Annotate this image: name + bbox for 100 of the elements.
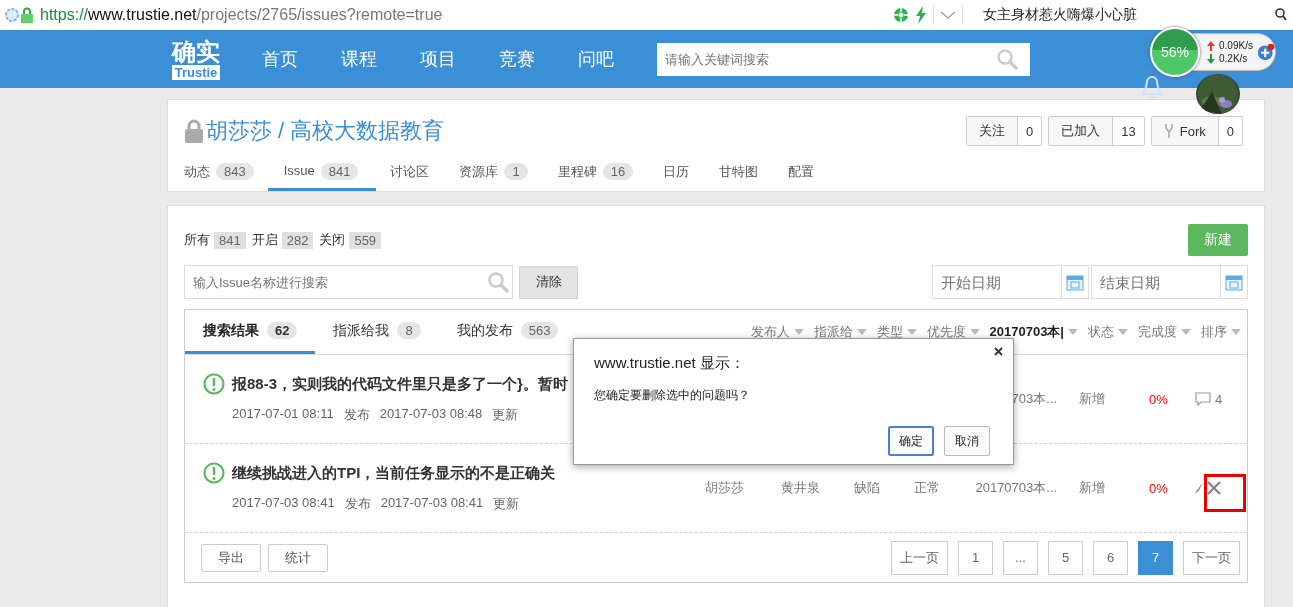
count-badge: 62 <box>267 322 298 339</box>
download-speed: 0.2K/s <box>1219 53 1248 64</box>
count-badge: 559 <box>349 231 382 249</box>
caret-icon <box>856 329 867 335</box>
status-text: 新增 <box>1079 479 1106 497</box>
tab-label[interactable]: 日历 <box>663 163 690 181</box>
filter-label[interactable]: 指派给 <box>813 323 853 341</box>
filter-link[interactable]: 关闭 <box>319 231 346 249</box>
tab-label[interactable]: 里程碑 <box>557 163 597 181</box>
date-text: 2017-07-03 08:41 <box>380 495 484 512</box>
page-button[interactable]: 1 <box>958 540 993 575</box>
page-button[interactable]: 6 <box>1093 540 1128 575</box>
count-label: 0 <box>1025 122 1035 141</box>
filter-label[interactable]: 类型 <box>876 323 903 341</box>
caret-icon <box>906 329 917 335</box>
search-field[interactable]: 输入Issue名称进行搜索 <box>184 265 513 299</box>
search-icon <box>996 48 1018 70</box>
table-cell: 缺陷 <box>854 479 881 497</box>
clear-button[interactable]: 清除 <box>519 265 578 299</box>
footer-button[interactable]: 统计 <box>268 543 328 572</box>
plus-icon[interactable] <box>1256 41 1275 63</box>
tab-label[interactable]: 搜索结果 <box>203 321 259 340</box>
upload-speed: 0.09K/s <box>1219 40 1253 51</box>
address-url[interactable]: https://www.trustie.net/projects/2765/issues?remote=true <box>40 6 443 24</box>
date-text: 2017-07-03 08:48 <box>379 406 483 423</box>
action-button[interactable]: Fork <box>1151 117 1219 145</box>
project-title[interactable]: 胡莎莎 / 高校大数据教育 <box>206 116 445 146</box>
date-text: 2017-07-01 08:11 <box>232 406 334 423</box>
meta-label: 发布 <box>343 406 370 424</box>
count-badge: 843 <box>216 163 254 180</box>
action-button[interactable]: 已加入 <box>1049 117 1114 145</box>
filter-label[interactable]: 发布人 <box>750 323 790 341</box>
comment-icon <box>1195 392 1212 406</box>
alert-icon <box>203 462 225 484</box>
filter-label[interactable]: 优先度 <box>926 323 966 341</box>
filter-link[interactable]: 开启 <box>251 231 278 249</box>
calendar-icon[interactable] <box>1225 273 1243 291</box>
caret-icon <box>1068 329 1078 335</box>
progress-text: 0% <box>1149 391 1168 407</box>
filter-label[interactable]: 20170703本| <box>989 323 1064 341</box>
page-button[interactable]: 下一页 <box>1183 540 1240 575</box>
page-button[interactable]: ... <box>1003 540 1038 575</box>
filter-link[interactable]: 所有 <box>184 231 210 249</box>
table-cell: 703本... <box>1011 390 1058 408</box>
action-button[interactable]: 关注 <box>967 117 1019 145</box>
alert-icon <box>203 373 225 395</box>
chevron-icon[interactable] <box>940 10 956 20</box>
page-button[interactable]: 5 <box>1048 540 1083 575</box>
tab-label[interactable]: 指派给我 <box>333 321 390 340</box>
filter-label[interactable]: 状态 <box>1088 323 1114 341</box>
progress-text: 0% <box>1149 480 1168 496</box>
caret-icon <box>1118 329 1128 335</box>
tab-label[interactable]: 讨论区 <box>390 163 430 181</box>
dialog-message: 您确定要删除选中的问题吗？ <box>594 387 751 404</box>
lock-icon <box>20 7 34 23</box>
close-icon[interactable] <box>994 347 1003 356</box>
dialog-button[interactable]: 取消 <box>944 426 990 456</box>
count-label: 0 <box>1225 122 1235 141</box>
date-field[interactable]: 结束日期 <box>1091 265 1248 299</box>
meta-label: 更新 <box>493 495 520 513</box>
count-badge: 841 <box>320 163 359 180</box>
status-text: 新增 <box>1079 390 1106 408</box>
count-badge: 563 <box>520 322 559 339</box>
tab-label[interactable]: 我的发布 <box>456 321 513 340</box>
filter-label[interactable]: 排序 <box>1201 323 1227 341</box>
tab-label[interactable]: 配置 <box>788 163 815 181</box>
table-cell: 20170703本... <box>975 479 1058 497</box>
tab-label[interactable]: Issue <box>283 163 315 178</box>
dialog-button[interactable]: 确定 <box>888 426 934 456</box>
search-icon[interactable] <box>1275 8 1287 22</box>
caret-icon <box>793 329 804 335</box>
dialog-title: www.trustie.net 显示： <box>594 354 746 373</box>
calendar-icon[interactable] <box>1066 273 1084 291</box>
tab-label[interactable]: 资源库 <box>459 163 499 181</box>
page-button[interactable]: 上一页 <box>891 540 948 575</box>
search-field[interactable]: 请输入关键词搜索 <box>657 42 1030 76</box>
date-field[interactable]: 开始日期 <box>932 265 1089 299</box>
issue-title[interactable]: 报88-3，实则我的代码文件里只是多了一个}。暂时 <box>232 374 568 394</box>
lightning-icon <box>915 6 927 24</box>
table-cell: 胡莎莎 <box>704 479 744 497</box>
footer-button[interactable]: 导出 <box>201 543 261 572</box>
filter-label[interactable]: 完成度 <box>1138 323 1177 341</box>
count-badge: 16 <box>602 163 634 180</box>
count-badge: 841 <box>214 231 246 249</box>
arrow-up-icon <box>1207 40 1215 51</box>
search-suggestion[interactable]: 女主身材惹火嗨爆小心脏 <box>983 6 1137 24</box>
caret-icon <box>969 329 980 335</box>
search-icon <box>487 271 509 293</box>
shutter-icon <box>893 7 909 23</box>
tab-label[interactable]: 动态 <box>184 163 210 181</box>
table-cell: 黄井泉 <box>781 479 821 497</box>
count-label: 13 <box>1120 122 1137 141</box>
loading-icon <box>4 7 20 23</box>
meta-label: 发布 <box>344 495 371 513</box>
caret-icon <box>1181 329 1191 335</box>
tab-label[interactable]: 甘特图 <box>719 163 759 181</box>
pencil-icon[interactable] <box>1195 482 1204 494</box>
date-text: 2017-07-03 08:41 <box>232 495 335 512</box>
comment-count: 4 <box>1215 391 1223 407</box>
issue-title[interactable]: 继续挑战进入的TPI，当前任务显示的不是正确关 <box>232 463 556 483</box>
